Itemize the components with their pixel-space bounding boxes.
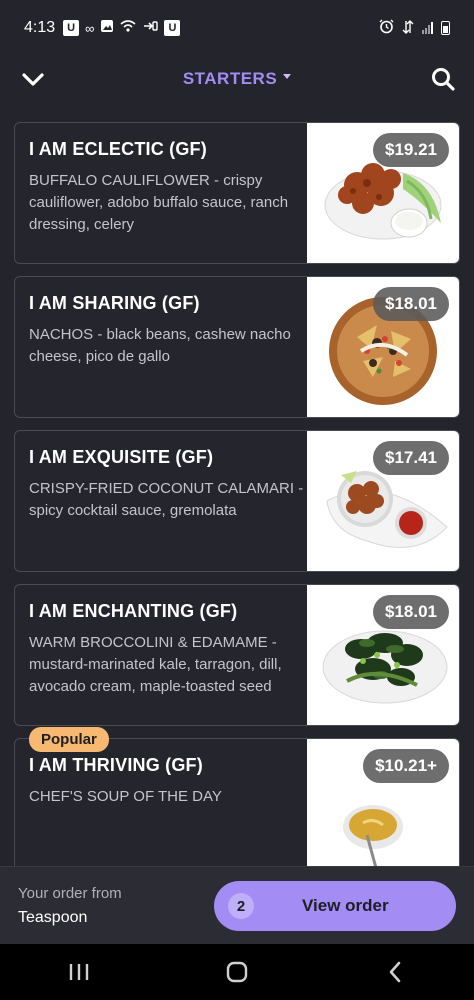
recent-apps-icon[interactable]	[59, 957, 99, 987]
caret-down-icon	[283, 73, 292, 79]
menu-item-text: I AM EXQUISITE (GF) CRISPY-FRIED COCONUT…	[29, 447, 305, 522]
image-icon	[100, 19, 114, 38]
menu-item-price: $17.41	[373, 441, 449, 475]
menu-item-price: $18.01	[373, 287, 449, 321]
order-from-label: Your order from	[18, 885, 122, 902]
status-right	[379, 19, 450, 38]
menu-item-photo: $17.41	[307, 431, 459, 571]
status-time: 4:13	[24, 19, 56, 36]
category-dropdown[interactable]: STARTERS	[182, 69, 292, 89]
back-icon[interactable]	[375, 957, 415, 987]
menu-item-text: I AM ECLECTIC (GF) BUFFALO CAULIFLOWER -…	[29, 139, 305, 236]
order-count-badge: 2	[228, 893, 254, 919]
signal-icon	[422, 22, 433, 34]
menu-item-title: I AM EXQUISITE (GF)	[29, 447, 214, 467]
view-order-button[interactable]: 2 View order	[214, 881, 456, 931]
battery-icon	[441, 21, 450, 35]
menu-item-title: I AM THRIVING (GF)	[29, 755, 203, 775]
menu-item-title: I AM SHARING (GF)	[29, 293, 200, 313]
system-nav-bar	[0, 944, 474, 1000]
menu-item-price: $10.21+	[363, 749, 449, 783]
menu-item-card[interactable]: I AM SHARING (GF) NACHOS - black beans, …	[14, 276, 460, 418]
restaurant-name: Teaspoon	[18, 909, 88, 926]
link-icon	[142, 19, 159, 37]
menu-item-description: BUFFALO CAULIFLOWER - crispy cauliflower…	[29, 172, 289, 233]
menu-item-text: I AM THRIVING (GF) CHEF'S SOUP OF THE DA…	[29, 755, 305, 808]
search-icon[interactable]	[430, 66, 456, 92]
menu-item-photo: $18.01	[307, 277, 459, 417]
home-icon[interactable]	[217, 957, 257, 987]
voicemail-icon: ∞	[85, 20, 95, 36]
data-transfer-icon	[402, 19, 414, 38]
menu-item-description: CRISPY-FRIED COCONUT CALAMARI - spicy co…	[29, 480, 304, 519]
wifi-calling-icon	[120, 19, 136, 38]
menu-item-price: $19.21	[373, 133, 449, 167]
order-bar: Your order from Teaspoon 2 View order	[0, 866, 474, 944]
popular-badge: Popular	[29, 727, 109, 752]
menu-list: I AM ECLECTIC (GF) BUFFALO CAULIFLOWER -…	[14, 122, 460, 910]
u-app-icon: U	[164, 20, 181, 36]
u-app-icon: U	[63, 20, 80, 36]
menu-item-card[interactable]: I AM ENCHANTING (GF) WARM BROCCOLINI & E…	[14, 584, 460, 726]
menu-item-card[interactable]: I AM ECLECTIC (GF) BUFFALO CAULIFLOWER -…	[14, 122, 460, 264]
menu-item-text: I AM ENCHANTING (GF) WARM BROCCOLINI & E…	[29, 601, 305, 698]
view-order-label: View order	[302, 896, 389, 915]
status-bar: 4:13 U ∞ U	[0, 0, 474, 56]
menu-item-photo: $18.01	[307, 585, 459, 725]
menu-item-description: NACHOS - black beans, cashew nacho chees…	[29, 326, 291, 365]
menu-item-price: $18.01	[373, 595, 449, 629]
menu-item-title: I AM ENCHANTING (GF)	[29, 601, 238, 621]
chevron-down-icon[interactable]	[20, 66, 46, 92]
menu-item-description: CHEF'S SOUP OF THE DAY	[29, 788, 222, 805]
menu-item-card[interactable]: I AM EXQUISITE (GF) CRISPY-FRIED COCONUT…	[14, 430, 460, 572]
menu-item-description: WARM BROCCOLINI & EDAMAME - mustard-mari…	[29, 634, 282, 695]
menu-item-title: I AM ECLECTIC (GF)	[29, 139, 207, 159]
page-title: STARTERS	[182, 69, 278, 88]
status-left: 4:13 U ∞ U	[24, 19, 181, 38]
header: STARTERS	[0, 56, 474, 102]
menu-item-photo: $19.21	[307, 123, 459, 263]
menu-item-text: I AM SHARING (GF) NACHOS - black beans, …	[29, 293, 305, 368]
status-icons-left: U ∞ U	[63, 19, 181, 38]
alarm-icon	[379, 19, 394, 37]
